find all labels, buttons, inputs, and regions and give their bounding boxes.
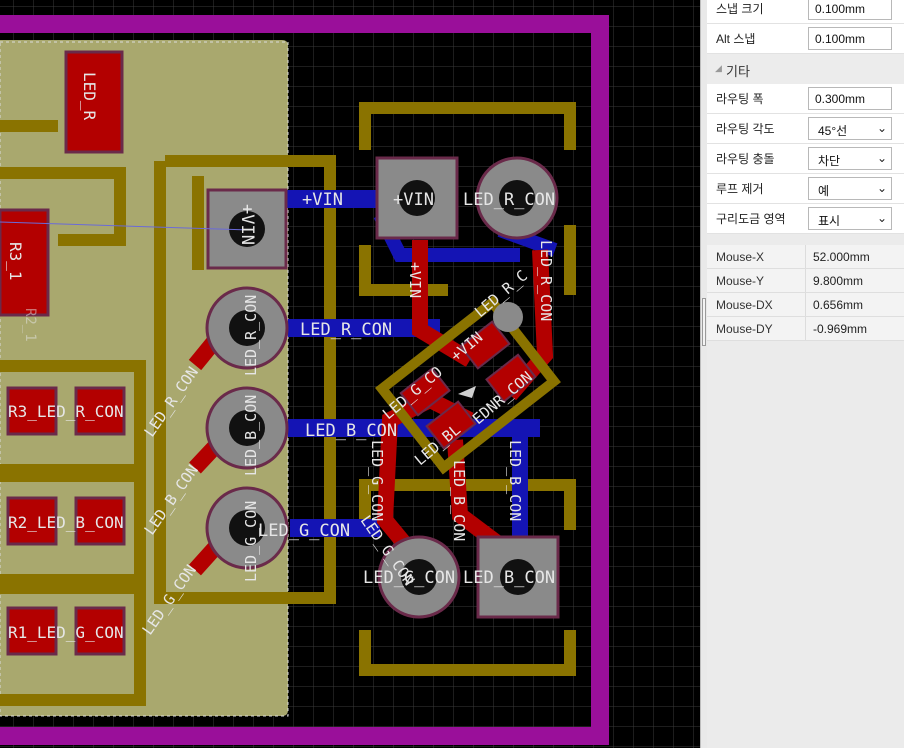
- label-vin-led: +VIN: [393, 190, 434, 210]
- row-routing-width: 라우팅 폭 0.300mm: [707, 84, 904, 114]
- loop-removal-value: 예: [818, 184, 830, 198]
- label-led-r-con: LED_R_CON: [463, 190, 555, 210]
- label-r2-led-b: R2_LED_B_CON: [8, 513, 124, 532]
- label-led-g-con-trace: LED_G_CON: [258, 521, 350, 541]
- label-r3: R3_1: [6, 242, 25, 281]
- label-vin-trace: +VIN: [302, 190, 343, 210]
- collapse-triangle-icon[interactable]: ◢: [715, 63, 722, 74]
- mouse-dx-label: Mouse-DX: [716, 298, 773, 312]
- mouse-dy-row: Mouse-DY -0.969mm: [707, 317, 904, 341]
- label-snap-size: 스냅 크기: [716, 2, 764, 16]
- mouse-y-label: Mouse-Y: [716, 274, 765, 288]
- row-copper-pour: 구리도금 영역 표시 ⌄: [707, 204, 904, 234]
- pcb-canvas[interactable]: LED_R R3_1 R2_1 +VIN +VIN +VIN LED_R_CON…: [0, 0, 700, 748]
- label-led-r-con-trace: LED_R_CON: [300, 320, 392, 340]
- label-conn-g: LED_G_CON: [242, 501, 260, 582]
- label-loop-removal: 루프 제거: [716, 182, 764, 196]
- chevron-down-icon: ⌄: [876, 151, 887, 165]
- row-loop-removal: 루프 제거 예 ⌄: [707, 174, 904, 204]
- label-r2-ghost: R2_1: [22, 308, 38, 342]
- label-vin-rot: +VIN: [406, 262, 424, 298]
- label-r3-led-r: R3_LED_R_CON: [8, 402, 124, 421]
- label-routing-width: 라우팅 폭: [716, 92, 764, 106]
- mouse-dx-row: Mouse-DX 0.656mm: [707, 293, 904, 317]
- routing-angle-select[interactable]: 45°선 ⌄: [808, 117, 892, 140]
- row-routing-conflict: 라우팅 충돌 차단 ⌄: [707, 144, 904, 174]
- copper-pour-value: 표시: [818, 214, 841, 228]
- routing-width-field[interactable]: 0.300mm: [808, 87, 892, 110]
- loop-removal-select[interactable]: 예 ⌄: [808, 177, 892, 200]
- label-routing-conflict: 라우팅 충돌: [716, 152, 775, 166]
- label-routing-angle: 라우팅 각도: [716, 122, 775, 136]
- label-copper-pour: 구리도금 영역: [716, 212, 786, 226]
- chevron-down-icon: ⌄: [876, 211, 887, 225]
- label-led-r-con-rot: LED_R_CON: [537, 240, 555, 321]
- mouse-y-value: 9.800mm: [805, 269, 863, 292]
- mouse-y-row: Mouse-Y 9.800mm: [707, 269, 904, 293]
- alt-snap-field[interactable]: 0.100mm: [808, 27, 892, 50]
- panel-splitter[interactable]: [700, 0, 707, 748]
- properties-panel: 스냅 크기 0.100mm Alt 스냅 0.100mm ◢ 기타 라우팅 폭 …: [707, 0, 904, 748]
- row-alt-snap: Alt 스냅 0.100mm: [707, 24, 904, 54]
- chevron-down-icon: ⌄: [876, 121, 887, 135]
- section-misc[interactable]: ◢ 기타: [707, 54, 904, 84]
- mouse-x-label: Mouse-X: [716, 250, 765, 264]
- routing-angle-value: 45°선: [818, 124, 848, 138]
- label-led-g-con-bottom: LED_G_CON: [363, 568, 455, 588]
- label-led-r: LED_R: [80, 72, 99, 121]
- label-b-con-rot2: LED_B_CON: [506, 440, 524, 521]
- label-r1-led-g: R1_LED_G_CON: [8, 623, 124, 642]
- label-conn-b: LED_B_CON: [242, 395, 260, 476]
- label-led-b-con-trace: LED_B_CON: [305, 421, 397, 441]
- row-snap-size: 스냅 크기 0.100mm: [707, 0, 904, 24]
- mouse-x-value: 52.000mm: [805, 245, 870, 268]
- splitter-grip[interactable]: [702, 298, 706, 346]
- label-alt-snap: Alt 스냅: [716, 32, 756, 46]
- label-led-b-con-bottom: LED_B_CON: [463, 568, 555, 588]
- label-g-con-rot: LED_G_CON: [368, 440, 386, 521]
- copper-pour-select[interactable]: 표시 ⌄: [808, 207, 892, 230]
- routing-conflict-select[interactable]: 차단 ⌄: [808, 147, 892, 170]
- mouse-dy-label: Mouse-DY: [716, 322, 773, 336]
- row-routing-angle: 라우팅 각도 45°선 ⌄: [707, 114, 904, 144]
- label-vin-conn: +VIN: [237, 204, 257, 245]
- routing-conflict-value: 차단: [818, 154, 841, 168]
- snap-size-field[interactable]: 0.100mm: [808, 0, 892, 20]
- mouse-dx-value: 0.656mm: [805, 293, 863, 316]
- label-conn-r: LED_R_CON: [242, 295, 260, 376]
- label-b-con-rot1: LED_B_CON: [450, 460, 468, 541]
- mouse-x-row: Mouse-X 52.000mm: [707, 245, 904, 269]
- mouse-dy-value: -0.969mm: [805, 317, 867, 340]
- chevron-down-icon: ⌄: [876, 181, 887, 195]
- section-misc-title: 기타: [726, 64, 750, 79]
